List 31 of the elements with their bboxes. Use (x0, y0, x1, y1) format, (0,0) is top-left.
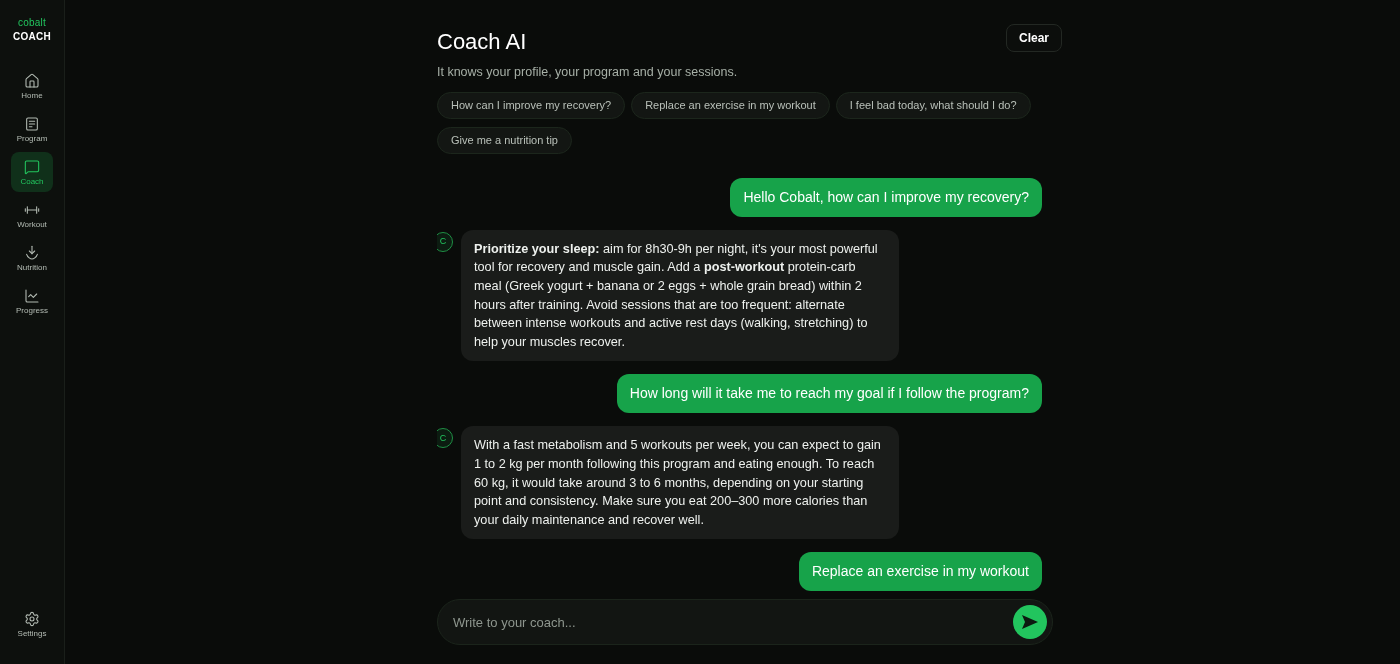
line-chart-icon (24, 287, 40, 304)
user-message: Hello Cobalt, how can I improve my recovery? (730, 177, 1042, 217)
clear-button[interactable]: Clear (1005, 24, 1062, 52)
house-icon (24, 72, 40, 89)
logo-text: cobalt (17, 18, 47, 28)
message-input[interactable]: Write to your coach... (437, 599, 1053, 645)
coach-avatar: C (437, 231, 453, 252)
document-icon (24, 115, 40, 132)
coach-message: Prioritize your sleep: aim for 8h30-9h per night, it's your most powerful tool for recovery and muscle gain. Add a post-workout protein-carb meal (Greek yogurt + banana or 2 eggs + whole grain bread) within 2 hours after training. Avoid sessions that are too frequent: alternate between intense workouts and active rest days (walking, stretching) to help your muscles recover. (461, 229, 899, 362)
settings-icon (24, 610, 40, 627)
page-subtitle: It knows your profile, your program and your sessions. (437, 64, 738, 81)
nav-item[interactable]: Home (11, 66, 53, 106)
suggestion-chip[interactable]: How can I improve my recovery? (437, 91, 626, 119)
suggestion-chip[interactable]: Give me a nutrition tip (437, 126, 572, 154)
logo-text: COACH (13, 32, 51, 42)
user-message: Replace an exercise in my workout (798, 552, 1042, 591)
user-message: How long will it take me to reach my goal if I follow the program? (616, 374, 1042, 414)
send-icon (1022, 615, 1038, 629)
page-title: Coach AI (437, 29, 528, 55)
nav-item[interactable]: Workout (11, 195, 53, 235)
arrow-bowl-icon (24, 244, 40, 261)
nav-item[interactable]: Progress (11, 281, 53, 321)
nav-item[interactable]: Coach (11, 152, 53, 192)
nav-item[interactable]: Settings (11, 604, 53, 644)
suggestion-chip[interactable]: I feel bad today, what should I do? (835, 91, 1031, 119)
coach-avatar: C (437, 428, 453, 449)
suggestion-chip[interactable]: Replace an exercise in my workout (631, 91, 830, 119)
coach-message: With a fast metabolism and 5 workouts per week, you can expect to gain 1 to 2 kg per month following this program and eating enough. To reach 60 kg, it would take around 3 to 6 months, depending on your starting point and consistency. Make sure you eat 200–300 more calories than your daily maintenance and recover well. (461, 426, 899, 540)
nav-item[interactable]: Program (11, 109, 53, 149)
nav-item[interactable]: Nutrition (11, 238, 53, 278)
chat-bubble-icon (24, 158, 40, 175)
